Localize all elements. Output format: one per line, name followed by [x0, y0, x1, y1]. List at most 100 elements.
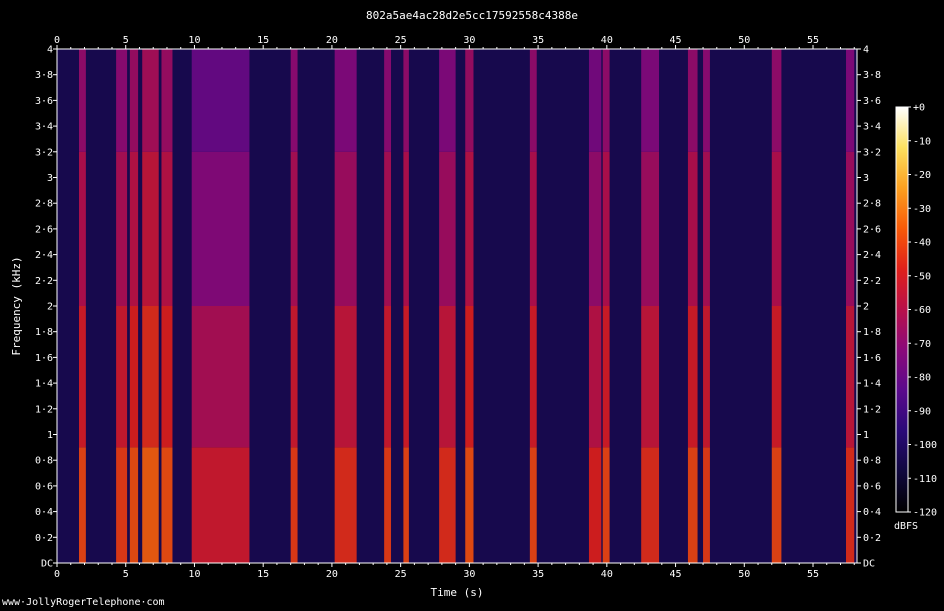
colorbar-tick-label: -40	[913, 238, 931, 249]
burst-17	[703, 49, 710, 563]
burst-9-band-2	[403, 151, 409, 306]
colorbar-label: dBFS	[894, 521, 918, 532]
x-axis-bottom: 0 5 10 15 20 25 30 35 40 45 50 55	[54, 563, 855, 580]
burst-3-band-3	[142, 49, 159, 152]
burst-18	[771, 49, 782, 563]
y-tick-label: 2	[863, 302, 869, 313]
burst-1-band-2	[116, 151, 128, 306]
y-tick-label: 0·2	[35, 533, 53, 544]
burst-8	[384, 49, 392, 563]
burst-11-band-2	[465, 151, 474, 306]
colorbar-gradient	[895, 106, 909, 513]
burst-5-band-3	[191, 49, 250, 152]
burst-3	[142, 49, 159, 563]
burst-6-band-2	[290, 151, 298, 306]
burst-11-band-3	[465, 49, 474, 152]
y-tick-label: 4	[47, 45, 53, 56]
burst-14-band-2	[602, 151, 610, 306]
x-tick-label: 0	[54, 35, 60, 46]
burst-0-band-1	[78, 306, 86, 448]
colorbar-tick-label: -90	[913, 406, 931, 417]
burst-12-band-0	[529, 447, 537, 563]
burst-5	[191, 49, 250, 563]
burst-19	[846, 49, 855, 563]
y-tick-label: 3·2	[863, 147, 881, 158]
y-tick-label: 3	[863, 173, 869, 184]
spectrogram-chart: 0 5 10 15 20 25 30 35 40 45 50 55 0 5 10 15 20 25 30 35 40 4…	[10, 35, 937, 599]
burst-18-band-3	[771, 49, 782, 152]
burst-7-band-0	[334, 447, 357, 563]
y-tick-label: 2·2	[863, 276, 881, 287]
burst-10-band-0	[439, 447, 456, 563]
burst-3-band-0	[142, 447, 159, 563]
y-axis-right: DC 0·2 0·4 0·6 0·8 1 1·2 1·4 1·6 1·8 2 2·2 2·4 2·6 2·8…	[857, 45, 881, 570]
burst-16-band-1	[687, 306, 698, 448]
y-tick-label: 1·8	[863, 327, 881, 338]
x-tick-label: 0	[54, 569, 60, 580]
y-tick-label: 3·6	[35, 96, 53, 107]
colorbar-tick-label: -100	[913, 440, 937, 451]
burst-17-band-2	[703, 151, 710, 306]
x-tick-label: 50	[738, 569, 750, 580]
burst-5-band-0	[191, 447, 250, 563]
burst-18-band-2	[771, 151, 782, 306]
y-tick-label: 1·4	[35, 379, 53, 390]
footer-credit: www·JollyRogerTelephone·com	[2, 597, 165, 608]
y-tick-label: 0·8	[35, 456, 53, 467]
burst-16-band-3	[687, 49, 698, 152]
y-tick-label: 3·8	[863, 70, 881, 81]
burst-5-band-1	[191, 306, 250, 448]
burst-2-band-1	[129, 306, 139, 448]
burst-11-band-1	[465, 306, 474, 448]
burst-8-band-3	[384, 49, 392, 152]
burst-15-band-0	[641, 447, 660, 563]
burst-2-band-0	[129, 447, 139, 563]
y-tick-label: 0·2	[863, 533, 881, 544]
x-tick-label: 10	[188, 35, 200, 46]
x-tick-label: 5	[123, 35, 129, 46]
burst-13-band-0	[588, 447, 602, 563]
y-tick-label: 1·4	[863, 379, 881, 390]
colorbar-tick-label: -110	[913, 474, 937, 485]
burst-7-band-2	[334, 151, 357, 306]
x-tick-label: 50	[738, 35, 750, 46]
burst-7-band-1	[334, 306, 357, 448]
burst-0-band-0	[78, 447, 86, 563]
colorbar-tick-label: -50	[913, 271, 931, 282]
burst-19-band-3	[846, 49, 855, 152]
burst-9-band-0	[403, 447, 409, 563]
burst-5-band-2	[191, 151, 250, 306]
burst-15-band-1	[641, 306, 660, 448]
colorbar-tick-label: -10	[913, 136, 931, 147]
colorbar-tick-label: -70	[913, 339, 931, 350]
burst-8-band-0	[384, 447, 392, 563]
burst-3-band-1	[142, 306, 159, 448]
x-tick-label: 30	[463, 569, 475, 580]
colorbar-tick-label: -30	[913, 204, 931, 215]
y-tick-label: 3·6	[863, 96, 881, 107]
spectrogram-heatmap	[57, 49, 857, 563]
y-tick-label: 4	[863, 45, 869, 56]
x-tick-label: 20	[326, 35, 338, 46]
burst-1	[116, 49, 128, 563]
colorbar: +0 -10 -20 -30 -40 -50 -60 -70 -80 -90 -100 -110 -12…	[894, 103, 937, 533]
y-tick-label: 0·8	[863, 456, 881, 467]
y-tick-label: DC	[863, 559, 875, 570]
burst-9-band-3	[403, 49, 409, 152]
burst-1-band-0	[116, 447, 128, 563]
x-tick-label: 15	[257, 569, 269, 580]
burst-19-band-0	[846, 447, 855, 563]
burst-2-band-3	[129, 49, 139, 152]
burst-15-band-2	[641, 151, 660, 306]
y-tick-label: 0·6	[35, 481, 53, 492]
y-tick-label: 2·4	[863, 250, 881, 261]
burst-7	[334, 49, 357, 563]
burst-4-band-1	[161, 306, 173, 448]
burst-14-band-1	[602, 306, 610, 448]
burst-8-band-1	[384, 306, 392, 448]
burst-6-band-1	[290, 306, 298, 448]
burst-7-band-3	[334, 49, 357, 152]
y-tick-label: 3·2	[35, 147, 53, 158]
burst-16-band-0	[687, 447, 698, 563]
burst-15-band-3	[641, 49, 660, 152]
